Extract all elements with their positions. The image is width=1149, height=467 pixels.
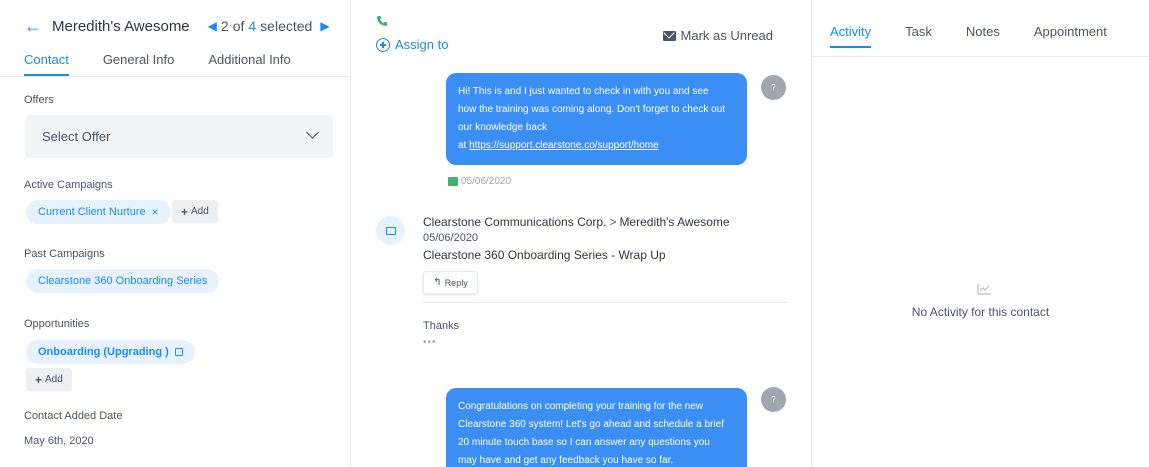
assign-to-label: Assign to — [395, 37, 449, 52]
tab-additional-info[interactable]: Additional Info — [208, 52, 290, 76]
chat-icon — [448, 177, 458, 186]
tab-notes[interactable]: Notes — [966, 24, 1000, 48]
contact-header: ← Meredith's Awesome ◀ 2 of 4 selected ▶ — [24, 16, 330, 36]
offer-select-value: Select Offer — [42, 129, 111, 144]
offers-label: Offers — [24, 94, 54, 106]
sms-line: Hi! This is and I just wanted to check i… — [458, 86, 709, 97]
expand-ellipsis-icon[interactable]: ••• — [423, 337, 437, 348]
add-opportunity-label: Add — [45, 374, 63, 385]
past-campaign-tag-label: Clearstone 360 Onboarding Series — [38, 275, 208, 287]
email-recipient: Meredith's Awesome — [619, 215, 730, 229]
reply-button[interactable]: ↰ Reply — [423, 271, 478, 294]
opportunity-tag[interactable]: Onboarding (Upgrading ) — [26, 340, 195, 364]
chart-icon — [977, 284, 991, 295]
empty-activity-text: No Activity for this contact — [911, 305, 1050, 319]
phone-icon[interactable] — [376, 15, 388, 30]
sms-date: 05/06/2020 — [448, 176, 511, 187]
sms-line: at https://support.clearstone.co/support… — [458, 137, 735, 155]
caret-left-icon[interactable]: ◀ — [208, 19, 217, 33]
offer-select[interactable]: Select Offer — [25, 115, 333, 158]
pager-selected: selected — [260, 18, 313, 34]
tab-contact[interactable]: Contact — [24, 52, 69, 76]
plus-icon: + — [35, 372, 43, 387]
email-icon — [376, 216, 405, 245]
mark-unread-button[interactable]: Mark as Unread — [662, 28, 773, 43]
chevron-down-icon — [306, 126, 319, 139]
selection-pager: ◀ 2 of 4 selected ▶ — [208, 18, 330, 34]
sms-line: how the training was coming along. Don't… — [458, 104, 726, 115]
add-campaign-label: Add — [191, 206, 209, 217]
sms-line: may have and get any feedback you have s… — [458, 455, 674, 466]
avatar: ? — [761, 75, 786, 100]
activity-panel: Activity Task Notes Appointment No Activ… — [812, 0, 1149, 467]
add-campaign-button[interactable]: + Add — [172, 200, 218, 223]
contact-tabs: Contact General Info Additional Info — [24, 52, 325, 76]
tab-appointment[interactable]: Appointment — [1034, 24, 1107, 48]
sms-line: Clearstone 360 system! Let's go ahead an… — [458, 419, 724, 430]
tab-activity[interactable]: Activity — [830, 24, 872, 48]
activity-tabs: Activity Task Notes Appointment — [830, 24, 1141, 48]
sms-line: 20 minute touch base so I can answer any… — [458, 437, 710, 448]
plus-icon: + — [181, 204, 189, 219]
envelope-icon — [662, 30, 676, 41]
opportunities-label: Opportunities — [24, 318, 90, 330]
external-link-icon[interactable] — [174, 348, 183, 356]
pager-total: 4 — [248, 18, 257, 34]
active-campaigns-label: Active Campaigns — [24, 179, 113, 191]
email-sender: Clearstone Communications Corp. — [423, 215, 607, 229]
reply-icon: ↰ — [433, 277, 442, 288]
tabs-divider — [812, 56, 1149, 57]
caret-right-icon[interactable]: ▶ — [320, 19, 329, 33]
past-campaigns-label: Past Campaigns — [24, 248, 105, 260]
email-from-line: Clearstone Communications Corp. > Meredith… — [423, 215, 730, 229]
tabs-divider — [0, 76, 350, 77]
contact-added-value: May 6th, 2020 — [24, 435, 94, 447]
email-body: Thanks — [423, 320, 460, 332]
sms-bubble: Hi! This is and I just wanted to check i… — [446, 73, 747, 165]
arrow-left-icon[interactable]: ← — [24, 17, 42, 35]
sms-line: our knowledge back — [458, 122, 547, 133]
tab-task[interactable]: Task — [905, 24, 932, 48]
contact-added-label: Contact Added Date — [24, 410, 123, 422]
sms-line-prefix: at — [458, 140, 467, 151]
mark-unread-label: Mark as Unread — [680, 28, 773, 43]
email-separator: > — [609, 215, 617, 229]
active-campaign-tag[interactable]: Current Client Nurture × — [26, 200, 171, 224]
email-divider — [423, 302, 787, 303]
assign-to-button[interactable]: Assign to — [376, 37, 448, 52]
pager-current: 2 — [220, 18, 229, 34]
contact-panel: ← Meredith's Awesome ◀ 2 of 4 selected ▶… — [0, 0, 351, 467]
support-link[interactable]: https://support.clearstone.co/support/ho… — [469, 140, 659, 151]
add-opportunity-button[interactable]: + Add — [26, 368, 72, 391]
email-date: 05/06/2020 — [423, 232, 479, 244]
contact-name: Meredith's Awesome — [52, 17, 190, 35]
past-campaign-tag: Clearstone 360 Onboarding Series — [26, 269, 220, 293]
sms-bubble: Congratulations on completing your train… — [446, 388, 747, 467]
avatar: ? — [761, 387, 786, 412]
sms-line: Congratulations on completing your train… — [458, 401, 704, 412]
tab-general-info[interactable]: General Info — [103, 52, 175, 76]
opportunity-tag-label: Onboarding (Upgrading ) — [38, 346, 169, 358]
plus-circle-icon — [376, 37, 390, 52]
reply-label: Reply — [444, 277, 468, 288]
pager-of: of — [232, 18, 245, 34]
sms-date-text: 05/06/2020 — [461, 176, 512, 187]
close-icon[interactable]: × — [152, 205, 159, 219]
email-subject: Clearstone 360 Onboarding Series - Wrap … — [423, 248, 666, 262]
conversation-panel: Assign to Mark as Unread Hi! This is and… — [351, 0, 812, 467]
active-campaign-tag-label: Current Client Nurture — [38, 206, 146, 218]
